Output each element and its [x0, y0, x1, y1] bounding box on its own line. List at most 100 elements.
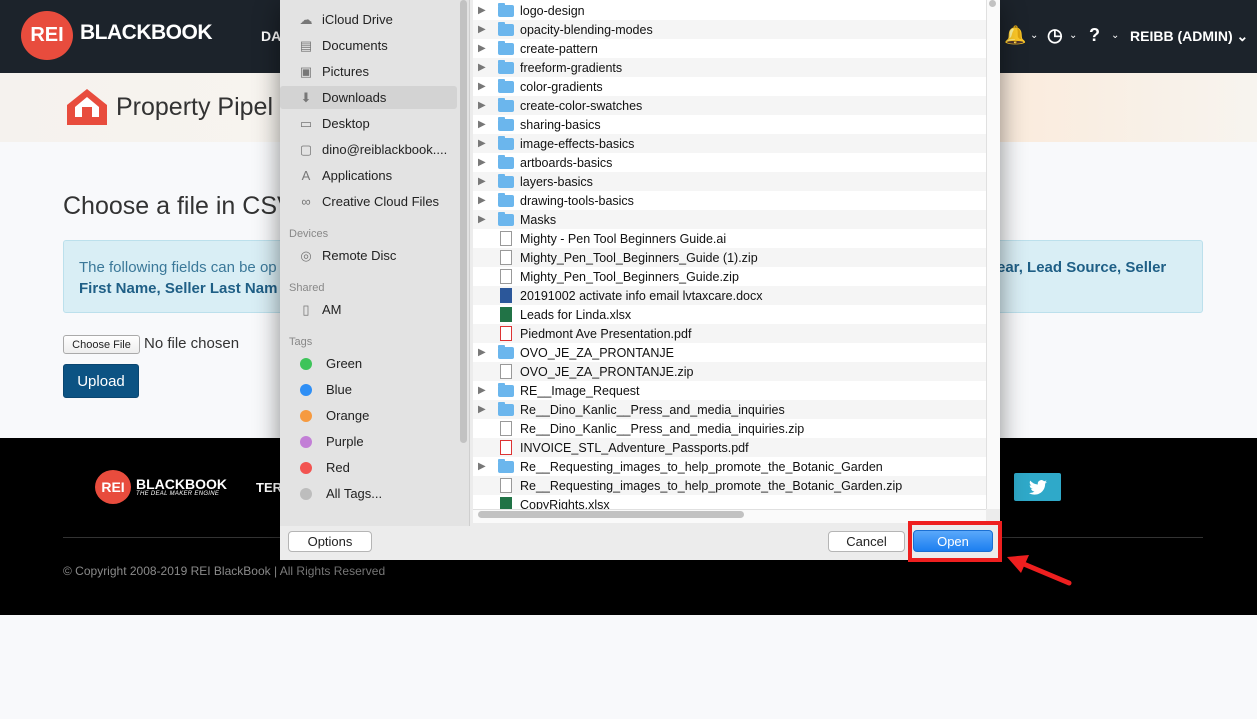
file-row[interactable]: ▶ color-gradients	[473, 77, 986, 96]
sidebar-item-desktop[interactable]: ▭ Desktop	[280, 112, 457, 135]
disclosure-triangle-icon[interactable]: ▶	[478, 138, 498, 149]
file-row[interactable]: Mighty_Pen_Tool_Beginners_Guide (1).zip	[473, 248, 986, 267]
nav-item-dashboard[interactable]: DA	[261, 28, 281, 44]
disclosure-triangle-icon[interactable]: ▶	[478, 347, 498, 358]
choose-file-button[interactable]: Choose File	[63, 335, 140, 354]
disclosure-triangle-icon[interactable]: ▶	[478, 5, 498, 16]
sidebar-item-pictures[interactable]: ▣ Pictures	[280, 60, 457, 83]
file-row[interactable]: ▶ freeform-gradients	[473, 58, 986, 77]
file-row[interactable]: ▶ layers-basics	[473, 172, 986, 191]
upload-button[interactable]: Upload	[63, 364, 139, 398]
chevron-down-icon[interactable]: ⌄	[1111, 30, 1119, 41]
twitter-button[interactable]	[1014, 473, 1061, 501]
disclosure-triangle-icon[interactable]: ▶	[478, 195, 498, 206]
disclosure-triangle-icon[interactable]: ▶	[478, 43, 498, 54]
vertical-scrollbar-track[interactable]	[986, 0, 1000, 509]
sidebar-tag-orange[interactable]: Orange	[280, 404, 457, 427]
documents-icon: ▤	[299, 37, 313, 53]
sidebar-tag-green[interactable]: Green	[280, 352, 457, 375]
disclosure-triangle-icon[interactable]: ▶	[478, 119, 498, 130]
file-row[interactable]: ▶ Re__Requesting_images_to_help_promote_t…	[473, 457, 986, 476]
desktop-icon: ▭	[299, 115, 313, 131]
folder-icon	[498, 344, 514, 359]
bell-icon[interactable]: 🔔	[1004, 25, 1026, 46]
sidebar-heading-shared: Shared	[289, 282, 325, 294]
options-button[interactable]: Options	[288, 531, 372, 552]
help-icon[interactable]: ?	[1089, 25, 1100, 46]
file-row[interactable]: Re__Dino_Kanlic__Press_and_media_inquiri…	[473, 419, 986, 438]
disclosure-triangle-icon[interactable]: ▶	[478, 62, 498, 73]
chevron-down-icon[interactable]: ⌄	[1069, 30, 1077, 41]
cancel-button[interactable]: Cancel	[828, 531, 905, 552]
vertical-scrollbar-thumb[interactable]	[989, 0, 996, 7]
file-row[interactable]: ▶ RE__Image_Request	[473, 381, 986, 400]
sidebar-item-label: Downloads	[322, 90, 387, 105]
disclosure-triangle-icon[interactable]: ▶	[478, 404, 498, 415]
rei-logo-mark[interactable]: REI	[21, 11, 73, 60]
file-row[interactable]: INVOICE_STL_Adventure_Passports.pdf	[473, 438, 986, 457]
folder-icon: ▢	[299, 141, 313, 157]
file-row[interactable]: ▶ create-color-swatches	[473, 96, 986, 115]
sidebar-tag-red[interactable]: Red	[280, 456, 457, 479]
file-row[interactable]: 20191002 activate info email lvtaxcare.d…	[473, 286, 986, 305]
sidebar-tag-purple[interactable]: Purple	[280, 430, 457, 453]
file-row[interactable]: Leads for Linda.xlsx	[473, 305, 986, 324]
disclosure-triangle-icon[interactable]: ▶	[478, 385, 498, 396]
file-row[interactable]: ▶ drawing-tools-basics	[473, 191, 986, 210]
disclosure-triangle-icon[interactable]: ▶	[478, 176, 498, 187]
file-row[interactable]: ▶ OVO_JE_ZA_PRONTANJE	[473, 343, 986, 362]
sidebar-item-icloud-drive[interactable]: ☁ iCloud Drive	[280, 8, 457, 31]
file-row[interactable]: Re__Requesting_images_to_help_promote_th…	[473, 476, 986, 495]
file-row[interactable]: ▶ Masks	[473, 210, 986, 229]
folder-icon	[498, 154, 514, 169]
sidebar-item-label: Creative Cloud Files	[322, 194, 440, 209]
open-button-highlight	[908, 521, 1002, 562]
twitter-icon	[1028, 479, 1047, 495]
horizontal-scrollbar-thumb[interactable]	[478, 511, 744, 518]
cloud-icon: ☁	[299, 11, 313, 27]
house-icon	[67, 89, 107, 125]
chevron-down-icon[interactable]: ⌄	[1030, 30, 1038, 41]
sidebar-item-applications[interactable]: A Applications	[280, 164, 457, 187]
folder-icon	[498, 192, 514, 207]
file-row[interactable]: OVO_JE_ZA_PRONTANJE.zip	[473, 362, 986, 381]
file-row[interactable]: ▶ image-effects-basics	[473, 134, 986, 153]
file-row[interactable]: Mighty - Pen Tool Beginners Guide.ai	[473, 229, 986, 248]
file-row[interactable]: ▶ logo-design	[473, 1, 986, 20]
file-row[interactable]: ▶ artboards-basics	[473, 153, 986, 172]
sidebar-tag-all[interactable]: All Tags...	[280, 482, 457, 505]
file-name: layers-basics	[520, 174, 593, 189]
file-name: Re__Requesting_images_to_help_promote_th…	[520, 478, 903, 493]
disclosure-triangle-icon[interactable]: ▶	[478, 24, 498, 35]
sidebar-item-home-folder[interactable]: ▢ dino@reiblackbook....	[280, 138, 457, 161]
disclosure-triangle-icon[interactable]: ▶	[478, 100, 498, 111]
sidebar-item-downloads[interactable]: ⬇ Downloads	[280, 86, 457, 109]
disclosure-triangle-icon[interactable]: ▶	[478, 214, 498, 225]
sidebar-tag-blue[interactable]: Blue	[280, 378, 457, 401]
disclosure-triangle-icon[interactable]: ▶	[478, 461, 498, 472]
file-name: freeform-gradients	[520, 60, 623, 75]
disclosure-triangle-icon[interactable]: ▶	[478, 81, 498, 92]
folder-icon	[498, 401, 514, 416]
file-row[interactable]: ▶ opacity-blending-modes	[473, 20, 986, 39]
sidebar-item-am[interactable]: ▯ AM	[280, 298, 457, 321]
footer-logo-wordmark: BLACKBOOK	[136, 476, 227, 492]
file-row[interactable]: ▶ Re__Dino_Kanlic__Press_and_media_inquir…	[473, 400, 986, 419]
file-name: Piedmont Ave Presentation.pdf	[520, 326, 692, 341]
disclosure-triangle-icon[interactable]: ▶	[478, 157, 498, 168]
file-row[interactable]: Mighty_Pen_Tool_Beginners_Guide.zip	[473, 267, 986, 286]
sidebar-item-remote-disc[interactable]: ◎ Remote Disc	[280, 244, 457, 267]
footer-nav-terms[interactable]: TER	[256, 480, 282, 495]
file-row[interactable]: ▶ sharing-basics	[473, 115, 986, 134]
file-row[interactable]: ▶ create-pattern	[473, 39, 986, 58]
sidebar-item-label: Orange	[326, 408, 370, 423]
sidebar-scrollbar[interactable]	[460, 0, 467, 443]
logo-wordmark[interactable]: BLACKBOOK	[80, 21, 213, 45]
clock-icon[interactable]: ◷	[1047, 25, 1063, 46]
sidebar-item-documents[interactable]: ▤ Documents	[280, 34, 457, 57]
user-menu[interactable]: REIBB (ADMIN) ⌄	[1130, 28, 1248, 45]
sidebar-item-creative-cloud[interactable]: ∞ Creative Cloud Files	[280, 190, 457, 213]
file-row[interactable]: Piedmont Ave Presentation.pdf	[473, 324, 986, 343]
file-name: Leads for Linda.xlsx	[520, 307, 632, 322]
footer-logo-mark[interactable]: REI	[95, 470, 131, 504]
